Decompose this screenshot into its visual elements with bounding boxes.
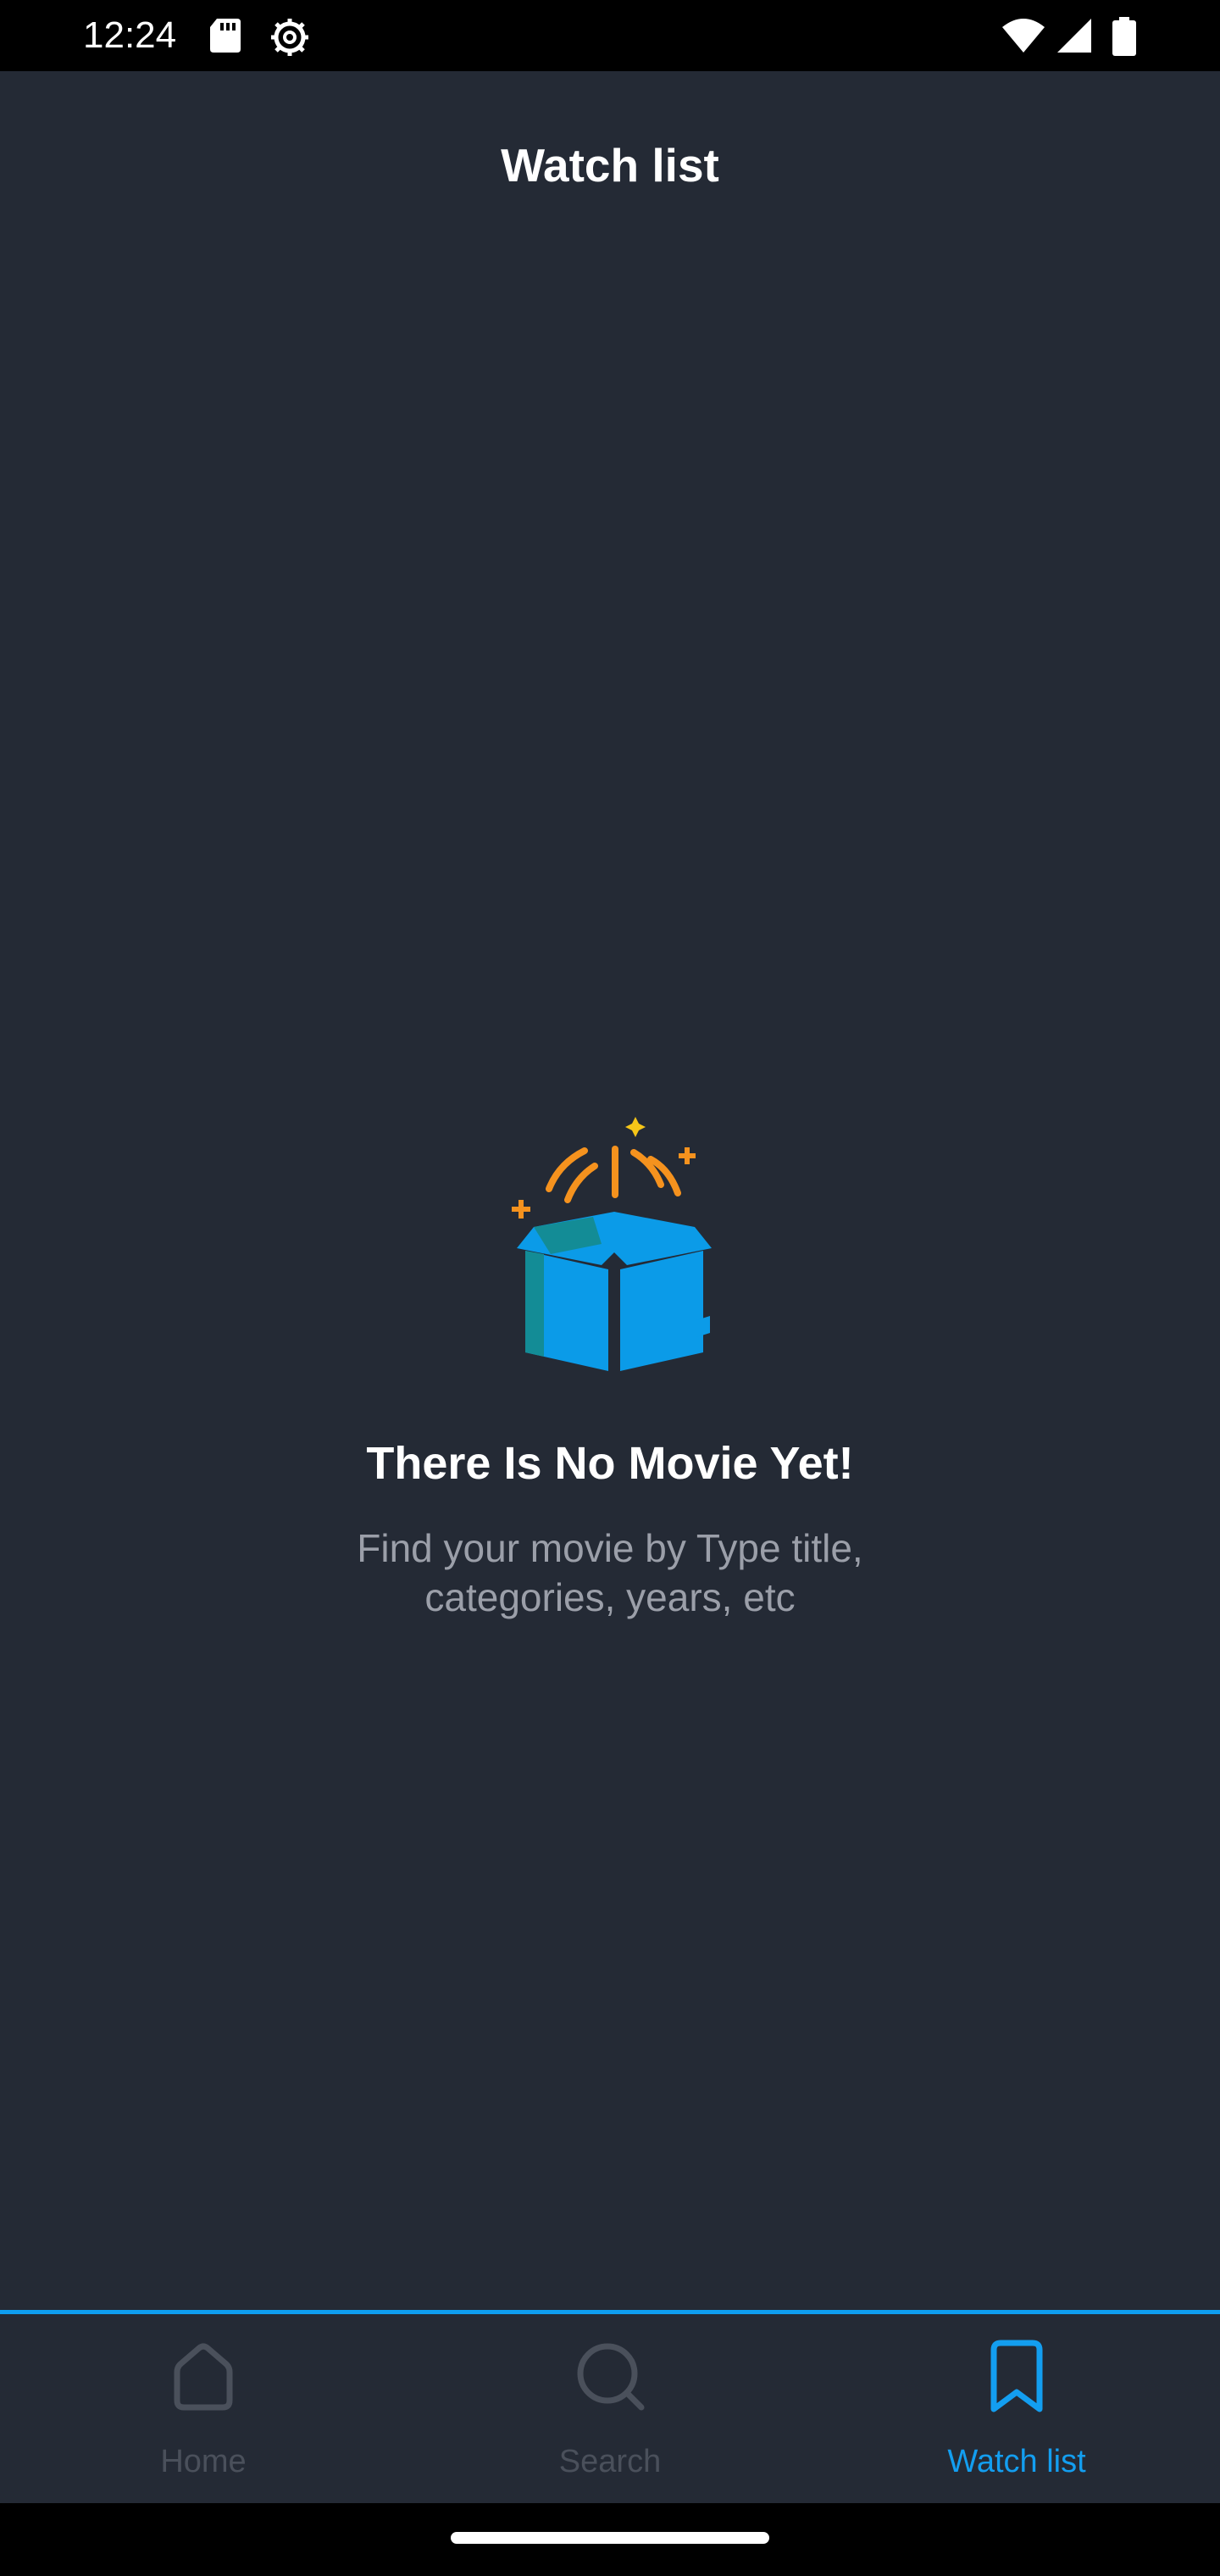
bottom-navigation: Home Search Watch list xyxy=(0,2310,1220,2503)
status-time: 12:24 xyxy=(83,14,177,56)
gesture-handle[interactable] xyxy=(451,2532,769,2544)
nav-item-search[interactable]: Search xyxy=(407,2314,813,2503)
nav-label-home: Home xyxy=(160,2444,247,2479)
search-icon xyxy=(577,2343,645,2411)
empty-state-title: There Is No Movie Yet! xyxy=(366,1438,854,1489)
battery-icon xyxy=(1112,17,1136,56)
nav-item-home[interactable]: Home xyxy=(0,2314,407,2503)
gear-icon xyxy=(271,19,308,56)
nav-label-watch-list: Watch list xyxy=(947,2444,1086,2479)
wifi-icon xyxy=(1002,19,1045,53)
page-title: Watch list xyxy=(501,139,719,192)
sd-card-icon xyxy=(210,19,241,53)
signal-icon xyxy=(1057,19,1091,53)
bookmark-icon xyxy=(990,2340,1043,2412)
nav-item-watch-list[interactable]: Watch list xyxy=(813,2314,1220,2503)
empty-state-subtitle: Find your movie by Type title, categorie… xyxy=(357,1526,863,1619)
home-icon xyxy=(174,2343,233,2411)
status-bar: 12:24 xyxy=(0,0,1220,71)
nav-label-search: Search xyxy=(558,2444,662,2479)
open-gift-box-icon xyxy=(512,1117,712,1371)
